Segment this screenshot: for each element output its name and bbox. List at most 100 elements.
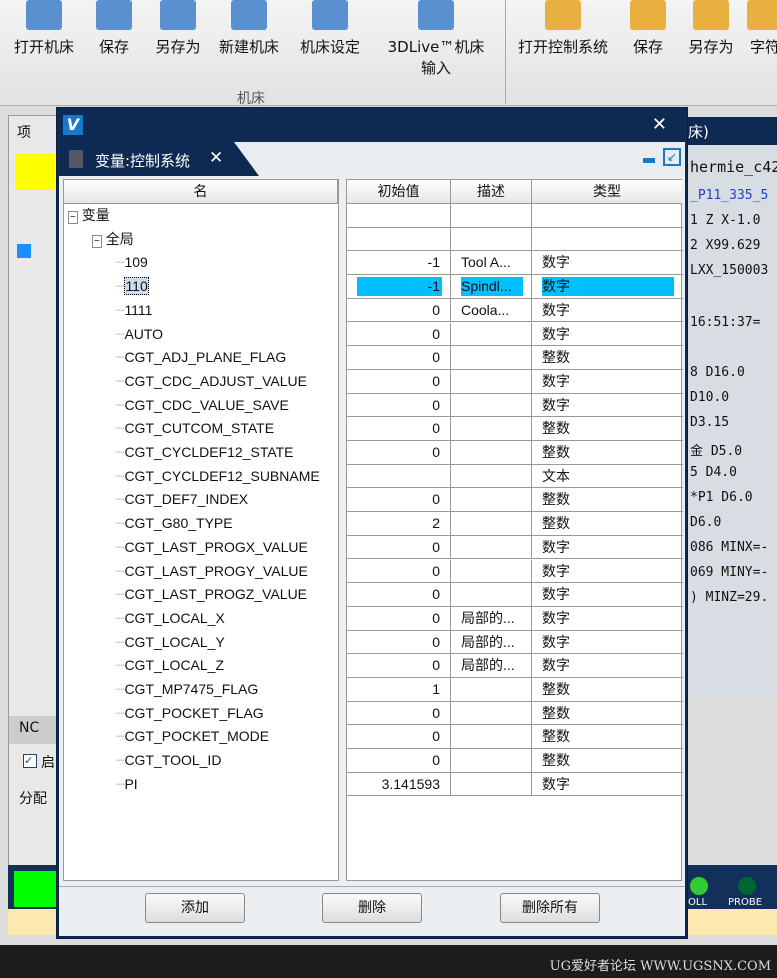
grid-row[interactable]: 0 Coola... 数字 <box>347 298 683 323</box>
tab-variables[interactable]: 变量:控制系统 ✕ <box>59 142 259 176</box>
grid-row[interactable]: -1 Spindl... 数字 <box>347 275 683 299</box>
type[interactable]: 整数 <box>542 704 674 723</box>
minimize-icon[interactable] <box>643 158 655 163</box>
grid-row[interactable]: 0 整数 <box>347 417 683 441</box>
initial-value[interactable]: 2 <box>357 514 442 533</box>
tree-item[interactable]: ┈CGT_ADJ_PLANE_FLAG <box>116 346 286 370</box>
type[interactable]: 数字 <box>542 372 674 391</box>
grid-row[interactable]: 0 整数 <box>347 749 683 773</box>
type[interactable]: 整数 <box>542 727 674 746</box>
grid-row[interactable]: 0 数字 <box>347 369 683 394</box>
tree-item[interactable]: ┈109 <box>116 251 148 275</box>
type[interactable]: 数字 <box>542 277 674 297</box>
type[interactable]: 文本 <box>542 467 674 486</box>
tree-item[interactable]: ┈CGT_LAST_PROGX_VALUE <box>116 536 308 560</box>
description[interactable]: Coola... <box>461 301 523 320</box>
description[interactable] <box>461 372 523 391</box>
tree-item[interactable]: ┈CGT_CUTCOM_STATE <box>116 417 274 441</box>
tree-item[interactable]: ┈CGT_LOCAL_X <box>116 607 225 631</box>
type[interactable]: 数字 <box>542 656 674 675</box>
tree-item[interactable]: ┈CGT_TOOL_ID <box>116 749 221 773</box>
close-icon[interactable]: ✕ <box>652 114 667 135</box>
grid-row[interactable]: 0 整数 <box>347 346 683 370</box>
description[interactable]: 局部的... <box>461 633 523 652</box>
initial-value[interactable]: 0 <box>357 325 442 344</box>
tree-node-root[interactable]: − 变量 <box>68 204 110 228</box>
tree-item[interactable]: ┈CGT_CYCLDEF12_STATE <box>116 441 294 465</box>
delete-all-button[interactable]: 删除所有 <box>500 893 600 923</box>
undock-icon[interactable]: ↙ <box>663 148 681 166</box>
description[interactable] <box>461 538 523 557</box>
column-header-desc[interactable]: 描述 <box>451 180 532 204</box>
initial-value[interactable]: 0 <box>357 419 442 438</box>
type[interactable]: 数字 <box>542 775 674 794</box>
grid-row[interactable]: 0 整数 <box>347 488 683 513</box>
grid-row[interactable]: 0 整数 <box>347 701 683 726</box>
grid-row[interactable]: 0 数字 <box>347 535 683 560</box>
description[interactable] <box>461 443 523 462</box>
tab-close-icon[interactable]: ✕ <box>209 148 223 168</box>
type[interactable]: 数字 <box>542 253 674 272</box>
initial-value[interactable] <box>357 467 442 486</box>
description[interactable]: 局部的... <box>461 656 523 675</box>
grid-row[interactable]: 文本 <box>347 464 683 489</box>
initial-value[interactable]: 0 <box>357 609 442 628</box>
initial-value[interactable]: 0 <box>357 656 442 675</box>
description[interactable] <box>461 562 523 581</box>
type[interactable]: 整数 <box>542 514 674 533</box>
description[interactable] <box>461 751 523 770</box>
initial-value[interactable]: 0 <box>357 372 442 391</box>
initial-value[interactable]: 0 <box>357 538 442 557</box>
grid-row[interactable]: 0 数字 <box>347 393 683 418</box>
tree-item[interactable]: ┈AUTO <box>116 323 163 347</box>
grid-row[interactable]: 1 整数 <box>347 678 683 702</box>
ribbon-button[interactable]: 机床设定 <box>280 0 380 57</box>
description[interactable] <box>461 490 523 509</box>
type[interactable]: 数字 <box>542 609 674 628</box>
type[interactable]: 数字 <box>542 301 674 320</box>
grid-row[interactable]: -1 Tool A... 数字 <box>347 251 683 276</box>
type[interactable]: 数字 <box>542 396 674 415</box>
tree-item[interactable]: ┈PI <box>116 773 138 797</box>
grid-row[interactable]: 0 数字 <box>347 559 683 584</box>
type[interactable]: 数字 <box>542 585 674 604</box>
column-header-name[interactable]: 名 <box>64 180 338 204</box>
tree-item[interactable]: ┈CGT_LOCAL_Z <box>116 654 224 678</box>
grid-row[interactable]: 0 数字 <box>347 583 683 607</box>
initial-value[interactable]: 0 <box>357 301 442 320</box>
tree-item[interactable]: ┈110 <box>116 275 149 299</box>
grid-row[interactable]: 0 局部的... 数字 <box>347 630 683 655</box>
enable-checkbox[interactable]: ✓ <box>23 754 37 768</box>
type[interactable]: 数字 <box>542 325 674 344</box>
grid-row[interactable]: 3.141593 数字 <box>347 772 683 797</box>
mouse-icon[interactable] <box>15 154 55 190</box>
description[interactable] <box>461 467 523 486</box>
initial-value[interactable]: 0 <box>357 562 442 581</box>
initial-value[interactable]: 3.141593 <box>357 775 442 794</box>
type[interactable]: 整数 <box>542 680 674 699</box>
initial-value[interactable]: 1 <box>357 680 442 699</box>
tree-node-global[interactable]: − 全局 <box>92 228 134 252</box>
initial-value[interactable]: 0 <box>357 751 442 770</box>
description[interactable] <box>461 727 523 746</box>
type[interactable]: 整数 <box>542 751 674 770</box>
tree-item[interactable]: ┈CGT_MP7475_FLAG <box>116 678 258 702</box>
initial-value[interactable]: 0 <box>357 490 442 509</box>
tree-item[interactable]: ┈CGT_CDC_ADJUST_VALUE <box>116 370 307 394</box>
tree-item[interactable]: ┈CGT_CYCLDEF12_SUBNAME <box>116 465 320 489</box>
column-header-type[interactable]: 类型 <box>532 180 682 204</box>
grid-row[interactable]: 0 整数 <box>347 725 683 750</box>
grid-row[interactable]: 0 局部的... 数字 <box>347 654 683 678</box>
description[interactable] <box>461 704 523 723</box>
description[interactable] <box>461 348 523 367</box>
column-header-initial[interactable]: 初始值 <box>347 180 451 204</box>
description[interactable] <box>461 680 523 699</box>
tree-item[interactable]: ┈CGT_POCKET_MODE <box>116 725 269 749</box>
tree-item[interactable]: ┈CGT_CDC_VALUE_SAVE <box>116 394 289 418</box>
tree-item[interactable]: ┈CGT_LAST_PROGY_VALUE <box>116 560 308 584</box>
type[interactable]: 整数 <box>542 348 674 367</box>
initial-value[interactable]: 0 <box>357 727 442 746</box>
initial-value[interactable]: -1 <box>357 253 442 272</box>
ribbon-button[interactable]: 3DLive™机床输入 <box>386 0 486 78</box>
type[interactable]: 数字 <box>542 633 674 652</box>
